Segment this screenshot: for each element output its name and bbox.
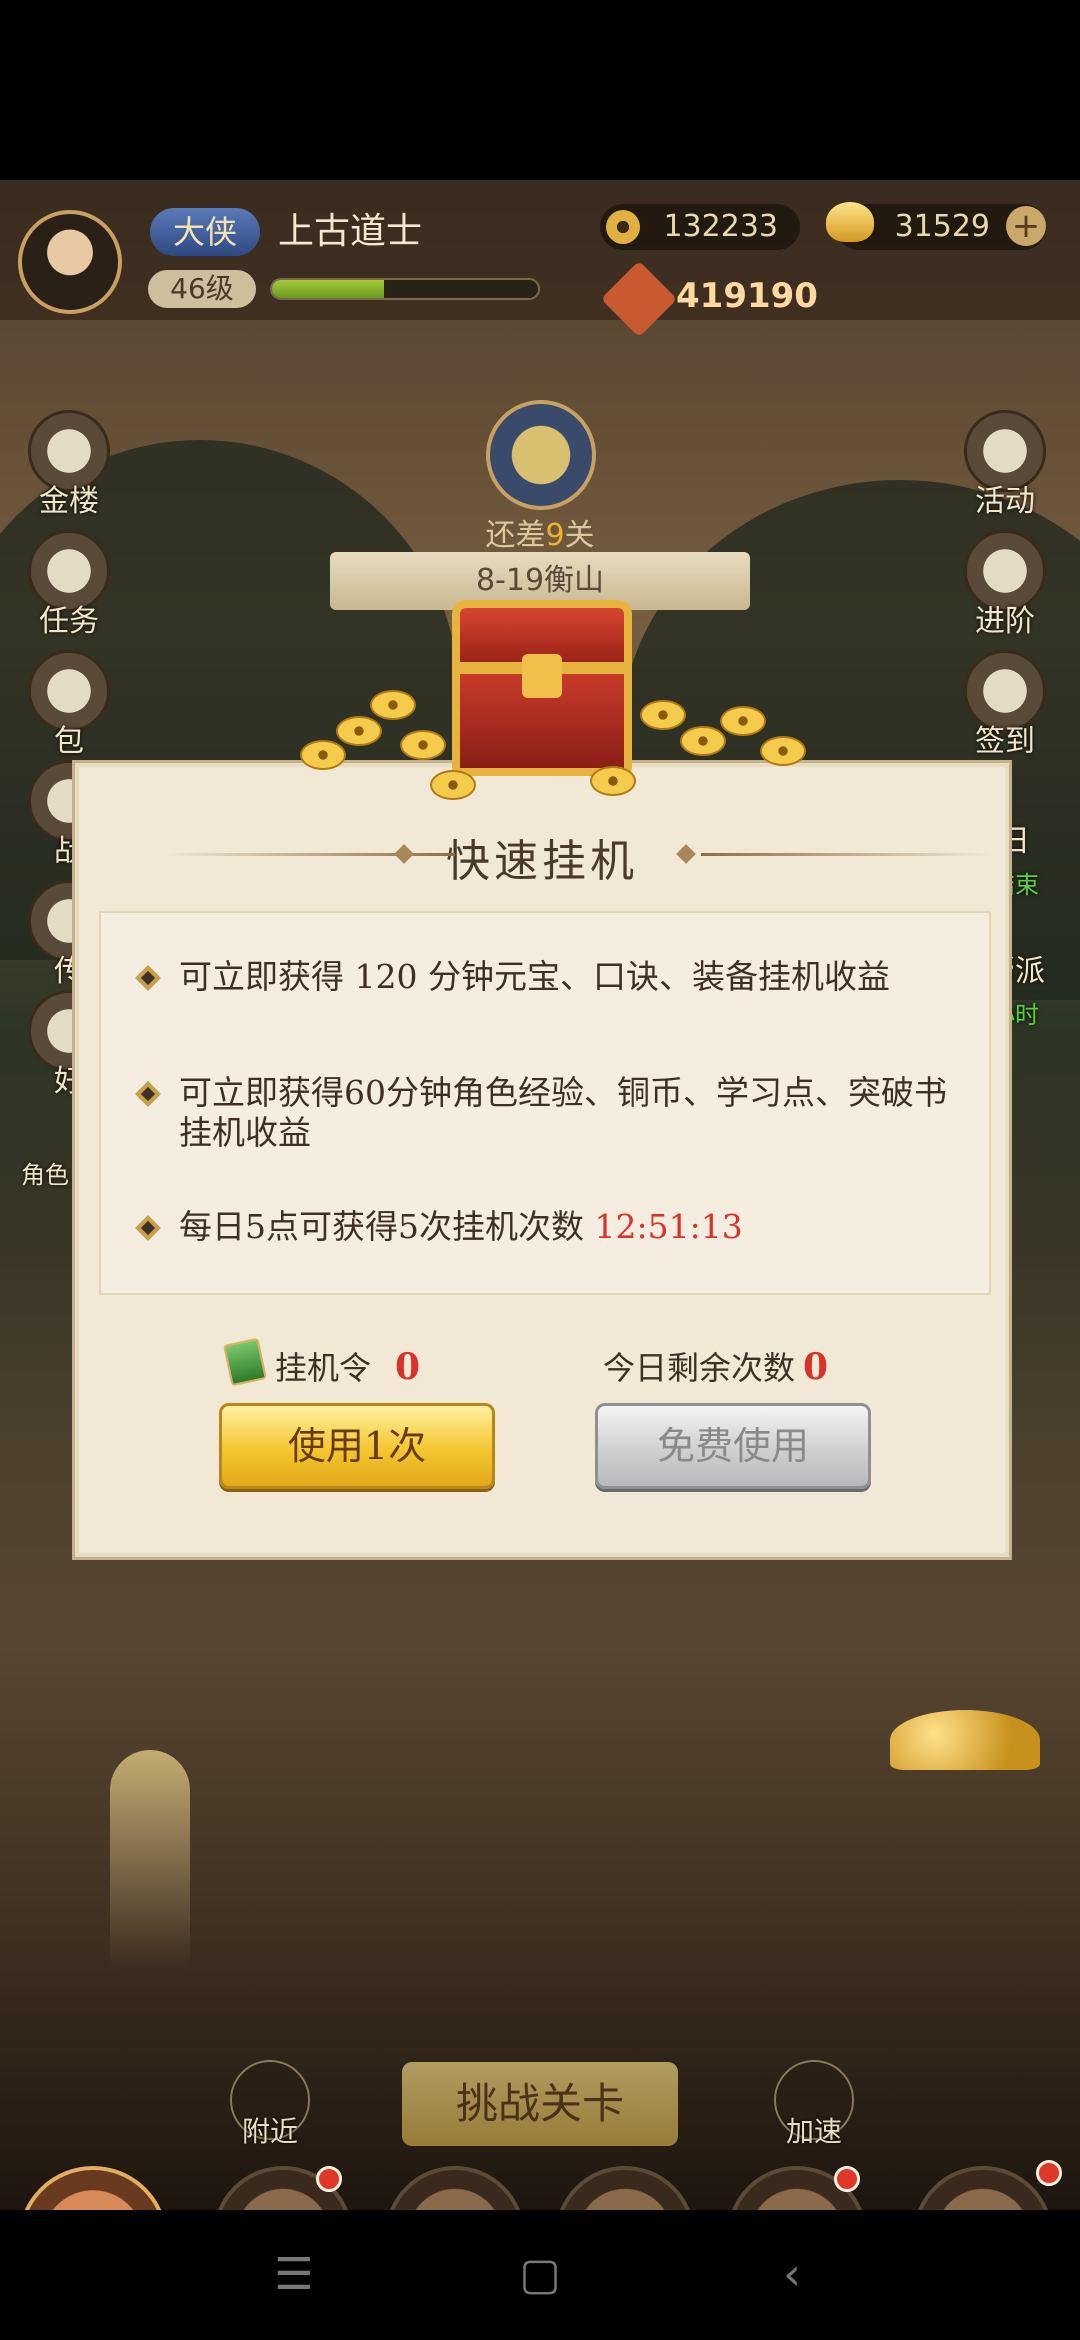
system-nav-bar: ☰ ▢ ‹: [0, 2210, 1080, 2340]
scroll-stack-icon: [913, 2166, 1053, 2210]
side-label: 进阶: [975, 604, 1035, 639]
copper-coin-icon: [606, 210, 640, 244]
nav-jianghu[interactable]: 江湖: [380, 2166, 530, 2210]
dialog-title: 快速挂机: [446, 836, 638, 887]
player-name: 上古道士: [278, 211, 423, 252]
exp-bar: [270, 278, 540, 300]
rank-badge: 大侠: [150, 208, 260, 256]
side-icon-bag[interactable]: 包: [24, 650, 114, 760]
diamond-bullet-icon: [135, 1081, 161, 1107]
benefit-row-3: 每日5点可获得5次挂机次数 12:51:13: [135, 1207, 977, 1247]
remaining-count: 0: [803, 1346, 829, 1388]
side-icon-task[interactable]: 任务: [24, 530, 114, 640]
player-avatar[interactable]: [18, 210, 122, 314]
use-once-button[interactable]: 使用1次: [219, 1403, 495, 1489]
challenge-stage-button[interactable]: 挑战关卡: [402, 2062, 678, 2146]
bottom-nav: 历练 主城 江湖 角色 帮派 武学: [0, 2140, 1080, 2210]
copper-counter[interactable]: 132233: [600, 204, 800, 250]
side-label: 签到: [975, 724, 1035, 759]
token-counter: 挂机令 0: [275, 1343, 420, 1389]
coin-pile-icon[interactable]: [890, 1710, 1040, 1770]
token-label: 挂机令: [275, 1349, 372, 1387]
benefit-row-1: 可立即获得 120 分钟元宝、口诀、装备挂机收益: [135, 957, 977, 997]
treasure-chest-icon: [452, 600, 632, 780]
side-icon-sign[interactable]: 签到: [960, 650, 1050, 760]
nav-training[interactable]: 历练: [18, 2166, 168, 2210]
free-use-button[interactable]: 免费使用: [595, 1403, 871, 1489]
side-icon-advance[interactable]: 进阶: [960, 530, 1050, 640]
power-value: 419190: [676, 276, 818, 316]
notification-dot: [316, 2166, 342, 2192]
add-gold-button[interactable]: +: [1006, 206, 1046, 246]
side-label: 活动: [975, 484, 1035, 519]
stage-remaining-suffix: 关: [564, 518, 595, 553]
stage-remaining: 还差9关: [440, 510, 640, 554]
gold-coin-icon: [590, 766, 636, 796]
gold-value: 31529: [894, 209, 990, 244]
side-label: 任务: [39, 604, 99, 639]
title-divider-right: [701, 853, 991, 856]
idle-token-icon: [223, 1337, 267, 1387]
remaining-label: 今日剩余次数: [603, 1349, 796, 1387]
home-icon[interactable]: ▢: [510, 2250, 570, 2300]
gold-coin-icon: [640, 700, 686, 730]
nav-martial-arts[interactable]: 武学: [908, 2160, 1062, 2210]
training-icon: [18, 2166, 168, 2210]
refresh-countdown: 12:51:13: [594, 1207, 743, 1246]
nav-guild[interactable]: 帮派: [722, 2166, 872, 2210]
gold-coin-icon: [400, 730, 446, 760]
gold-coin-icon: [720, 706, 766, 736]
benefit-list: 可立即获得 120 分钟元宝、口诀、装备挂机收益 可立即获得60分钟角色经验、铜…: [99, 911, 991, 1295]
remaining-counter: 今日剩余次数 0: [603, 1343, 828, 1389]
benefit-text: 可立即获得60分钟角色经验、铜币、学习点、突破书挂机收益: [179, 1073, 947, 1152]
lock-icon: [522, 654, 562, 698]
benefit-text: 每日5点可获得5次挂机次数: [179, 1207, 584, 1246]
gold-coin-icon: [336, 716, 382, 746]
stage-remaining-prefix: 还差: [485, 518, 546, 553]
stage-book-icon[interactable]: [486, 400, 596, 510]
diamond-bullet-icon: [135, 1215, 161, 1241]
sword-icon: [385, 2166, 525, 2210]
benefit-row-2: 可立即获得60分钟角色经验、铜币、学习点、突破书挂机收益: [135, 1073, 977, 1153]
menu-icon[interactable]: ☰: [264, 2250, 324, 2300]
side-label: 金楼: [39, 484, 99, 519]
gold-ingot-icon: [826, 202, 874, 242]
quick-idle-dialog: 快速挂机 可立即获得 120 分钟元宝、口诀、装备挂机收益 可立即获得60分钟角…: [72, 760, 1012, 1560]
notification-dot: [834, 2166, 860, 2192]
back-icon[interactable]: ‹: [762, 2250, 822, 2300]
side-icon-activity[interactable]: 活动: [960, 410, 1050, 520]
benefit-text: 可立即获得 120 分钟元宝、口诀、装备挂机收益: [179, 957, 890, 996]
token-count: 0: [395, 1346, 421, 1388]
side-icon-gold-tower[interactable]: 金楼: [24, 410, 114, 520]
top-bar: 大侠 上古道士 46级 132233 31529 + 419190: [0, 180, 1080, 338]
notification-dot: [1036, 2160, 1062, 2186]
gold-coin-icon: [760, 736, 806, 766]
gold-coin-icon: [680, 726, 726, 756]
diamond-bullet-icon: [135, 965, 161, 991]
nav-main-city[interactable]: 主城: [208, 2166, 358, 2210]
exp-bar-fill: [272, 280, 384, 298]
gold-coin-icon: [370, 690, 416, 720]
copper-value: 132233: [663, 209, 778, 244]
level-label: 46级: [148, 270, 256, 308]
nav-role[interactable]: 角色: [550, 2166, 700, 2210]
old-master-npc[interactable]: [110, 1750, 190, 1970]
hero-icon: [555, 2166, 695, 2210]
gold-coin-icon: [430, 770, 476, 800]
side-label: 包: [54, 724, 84, 759]
gold-coin-icon: [300, 740, 346, 770]
stage-remaining-count: 9: [545, 518, 565, 553]
